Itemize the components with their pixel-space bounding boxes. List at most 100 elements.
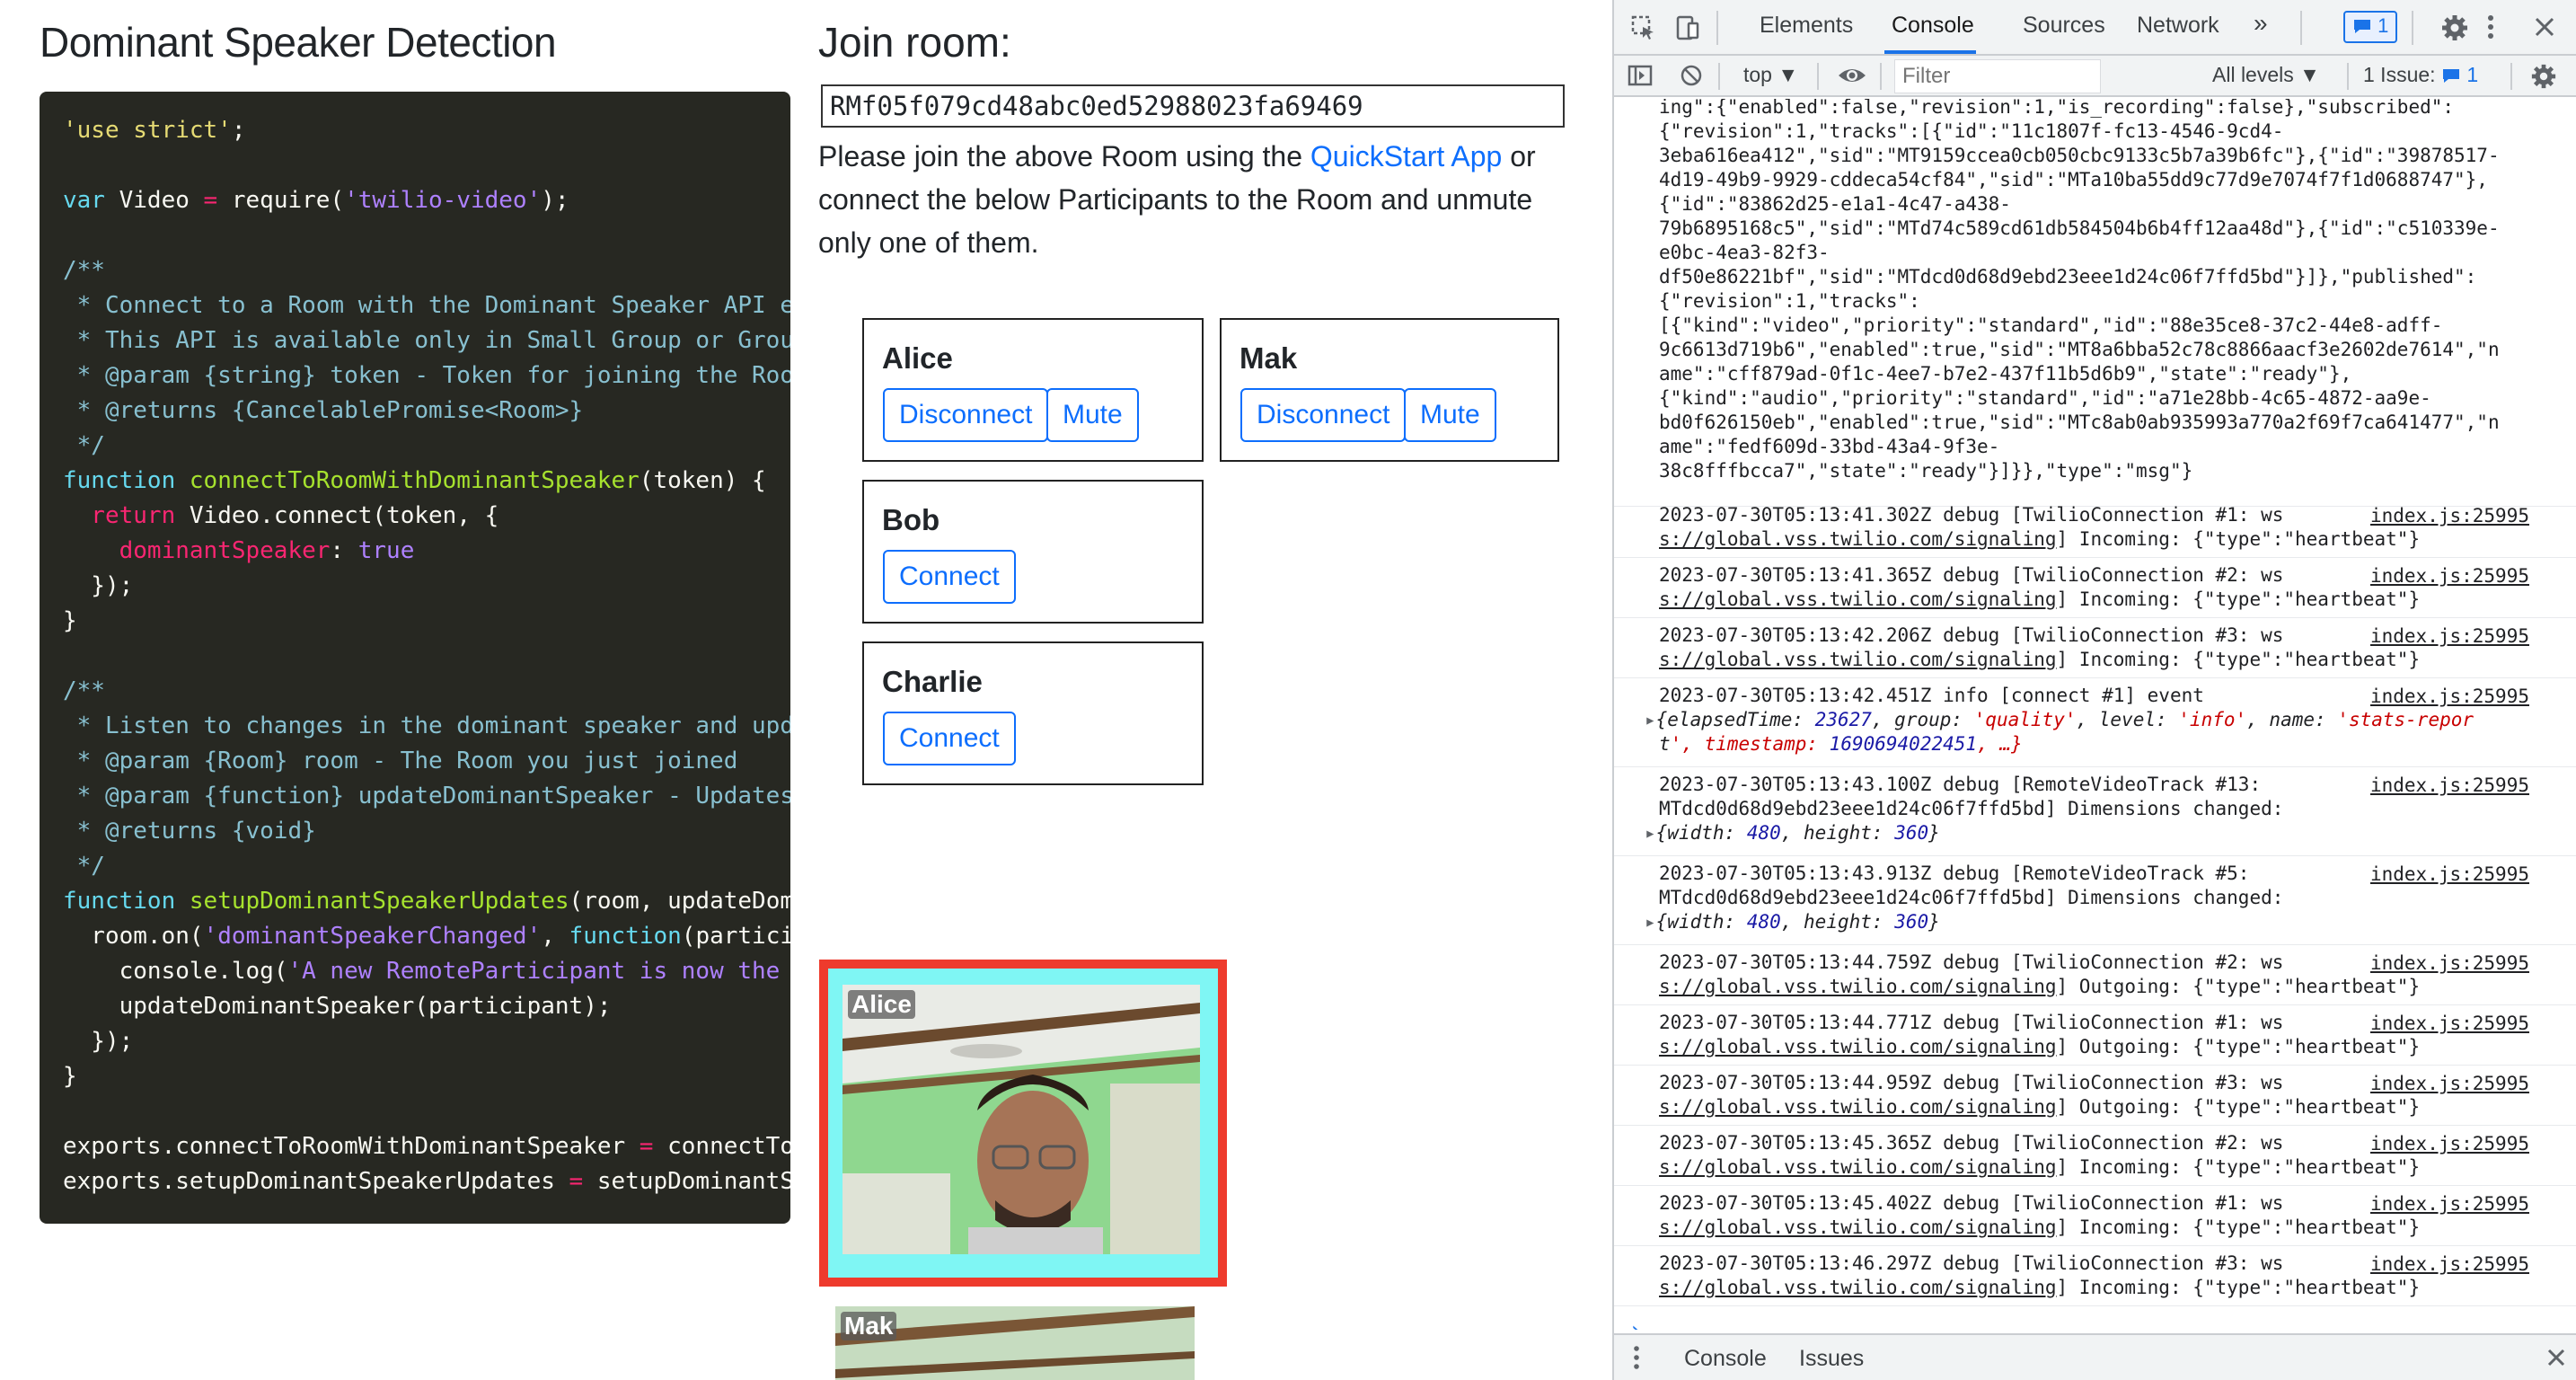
console-text: ] Incoming: {"type":"heartbeat"}	[2056, 528, 2421, 550]
inspect-icon[interactable]	[1630, 14, 1657, 47]
code-token: .	[146, 923, 162, 950]
object-preview[interactable]: ▸{width: 480, height: 360}	[1645, 910, 1940, 934]
code-token: (	[273, 958, 288, 985]
object-preview[interactable]: ▸{width: 480, height: 360}	[1645, 821, 1940, 845]
participant-name: Charlie	[882, 665, 983, 698]
websocket-url-link[interactable]: s://global.vss.twilio.com/signaling	[1659, 649, 2057, 670]
code-token: true	[357, 537, 415, 564]
websocket-url-link[interactable]: s://global.vss.twilio.com/signaling	[1659, 1156, 2057, 1178]
mute-button[interactable]: Mute	[1404, 388, 1496, 442]
websocket-url-link[interactable]: s://global.vss.twilio.com/signaling	[1659, 1216, 2057, 1238]
console-text: 9c6613d719b6","enabled":true,"sid":"MT8a…	[1659, 339, 2500, 360]
console-prompt[interactable]: ›	[1628, 1317, 1643, 1330]
code-token: });	[63, 1028, 134, 1055]
disconnect-button[interactable]: Disconnect	[1240, 388, 1407, 442]
object-preview[interactable]: t', timestamp: 1690694022451, …}	[1659, 732, 2023, 756]
participant-card-mak: Mak Disconnect Mute	[1220, 318, 1559, 462]
source-link[interactable]: index.js:25995	[2370, 863, 2529, 885]
drawer-kebab-icon[interactable]	[1632, 1344, 1641, 1376]
code-line: * @param {Room} room - The Room you just…	[63, 744, 790, 779]
source-link[interactable]: index.js:25995	[2370, 1073, 2529, 1094]
connect-button[interactable]: Connect	[883, 712, 1016, 765]
object-text: {width: 480, height: 360}	[1655, 822, 1940, 844]
room-name-input[interactable]	[821, 84, 1565, 128]
connect-button[interactable]: Connect	[883, 550, 1016, 604]
source-link[interactable]: index.js:25995	[2370, 1193, 2529, 1215]
source-link[interactable]: index.js:25995	[2370, 1253, 2529, 1275]
source-link[interactable]: index.js:25995	[2370, 952, 2529, 974]
mute-button[interactable]: Mute	[1046, 388, 1139, 442]
source-link[interactable]: index.js:25995	[2370, 1133, 2529, 1154]
websocket-url-link[interactable]: s://global.vss.twilio.com/signaling	[1659, 1277, 2057, 1298]
code-token: updateDominantSpeaker	[63, 993, 415, 1020]
code-line: function connectToRoomWithDominantSpeake…	[63, 464, 790, 499]
drawer-close-icon[interactable]	[2545, 1346, 2568, 1375]
websocket-url-link[interactable]: s://global.vss.twilio.com/signaling	[1659, 976, 2057, 997]
join-room-title: Join room:	[818, 19, 1011, 66]
websocket-url-link[interactable]: s://global.vss.twilio.com/signaling	[1659, 1036, 2057, 1057]
drawer-tab-issues[interactable]: Issues	[1799, 1346, 1864, 1372]
messages-badge[interactable]: 1	[2343, 11, 2398, 43]
console-text: 2023-07-30T05:13:45.365Z debug [TwilioCo…	[1659, 1132, 2284, 1154]
issues-label: 1 Issue:	[2363, 63, 2436, 86]
source-link[interactable]: index.js:25995	[2370, 505, 2529, 526]
websocket-url-link[interactable]: s://global.vss.twilio.com/signaling	[1659, 588, 2057, 610]
message-icon	[2354, 20, 2370, 33]
code-token: );	[541, 187, 569, 214]
console-text: s://global.vss.twilio.com/signaling] Inc…	[1659, 1216, 2420, 1240]
console-message: 2023-07-30T05:13:42.206Z debug [TwilioCo…	[1614, 620, 2576, 678]
disconnect-button[interactable]: Disconnect	[883, 388, 1049, 442]
code-line: exports.connectToRoomWithDominantSpeaker…	[63, 1129, 790, 1164]
code-token: token	[653, 467, 724, 494]
device-toolbar-icon[interactable]	[1673, 14, 1700, 47]
code-token: , {	[456, 502, 499, 529]
context-selector[interactable]: top ▼	[1743, 63, 1798, 87]
code-token: (	[330, 187, 345, 214]
code-line: * @param {function} updateDominantSpeake…	[63, 779, 790, 814]
console-text: s://global.vss.twilio.com/signaling] Out…	[1659, 1095, 2420, 1119]
code-token: =	[639, 1133, 668, 1160]
expand-caret-icon[interactable]: ▸	[1645, 911, 1656, 933]
source-link[interactable]: index.js:25995	[2370, 774, 2529, 796]
console-settings-gear-icon[interactable]	[2530, 63, 2557, 95]
source-link[interactable]: index.js:25995	[2370, 1013, 2529, 1034]
clear-console-icon[interactable]	[1679, 63, 1704, 93]
tab-console[interactable]: Console	[1892, 13, 1974, 39]
source-link[interactable]: index.js:25995	[2370, 625, 2529, 647]
code-token: room	[583, 888, 640, 915]
websocket-url-link[interactable]: s://global.vss.twilio.com/signaling	[1659, 1096, 2057, 1118]
tab-sources[interactable]: Sources	[2023, 13, 2105, 39]
tab-network[interactable]: Network	[2137, 13, 2219, 39]
drawer-tab-console[interactable]: Console	[1684, 1346, 1767, 1372]
console-output: ing":{"enabled":false,"revision":1,"is_r…	[1614, 99, 2576, 1330]
kebab-icon[interactable]	[2485, 13, 2496, 47]
console-filter-input[interactable]	[1894, 59, 2101, 93]
tab-elements[interactable]: Elements	[1760, 13, 1853, 39]
issues-counter[interactable]: 1 Issue: 1	[2363, 63, 2478, 87]
expand-caret-icon[interactable]: ▸	[1645, 822, 1656, 844]
log-levels-selector[interactable]: All levels ▼	[2212, 63, 2320, 87]
dominant-speaker-video-tile: Alice	[819, 960, 1227, 1287]
quickstart-link[interactable]: QuickStart App	[1310, 140, 1502, 172]
code-token: partici	[695, 923, 790, 950]
code-token: dominantSpeaker	[63, 537, 331, 564]
instructions: Please join the above Room using the Qui…	[818, 135, 1573, 264]
more-tabs-icon[interactable]: »	[2254, 9, 2268, 38]
app-page: Dominant Speaker Detection 'use strict';…	[0, 0, 1612, 1380]
code-token: * Listen to changes in the dominant spea…	[63, 712, 790, 739]
source-link[interactable]: index.js:25995	[2370, 565, 2529, 587]
websocket-url-link[interactable]: s://global.vss.twilio.com/signaling	[1659, 528, 2057, 550]
object-preview[interactable]: ▸{elapsedTime: 23627, group: 'quality', …	[1645, 708, 2474, 732]
console-text: ame":"cff879ad-0f1c-4ee7-b7e2-437f11b5d6…	[1659, 363, 2352, 385]
code-token: (	[639, 467, 654, 494]
eye-icon[interactable]	[1837, 63, 1867, 93]
code-token: connectToRoomWithDominantSpeaker	[175, 1133, 640, 1160]
close-icon[interactable]	[2532, 14, 2557, 45]
console-text: s://global.vss.twilio.com/signaling] Inc…	[1659, 1155, 2420, 1180]
code-token: token	[386, 502, 457, 529]
sidebar-toggle-icon[interactable]	[1627, 63, 1654, 93]
source-link[interactable]: index.js:25995	[2370, 686, 2529, 707]
code-token: Video	[119, 187, 204, 214]
expand-caret-icon[interactable]: ▸	[1645, 709, 1656, 730]
gear-icon[interactable]	[2440, 13, 2469, 48]
